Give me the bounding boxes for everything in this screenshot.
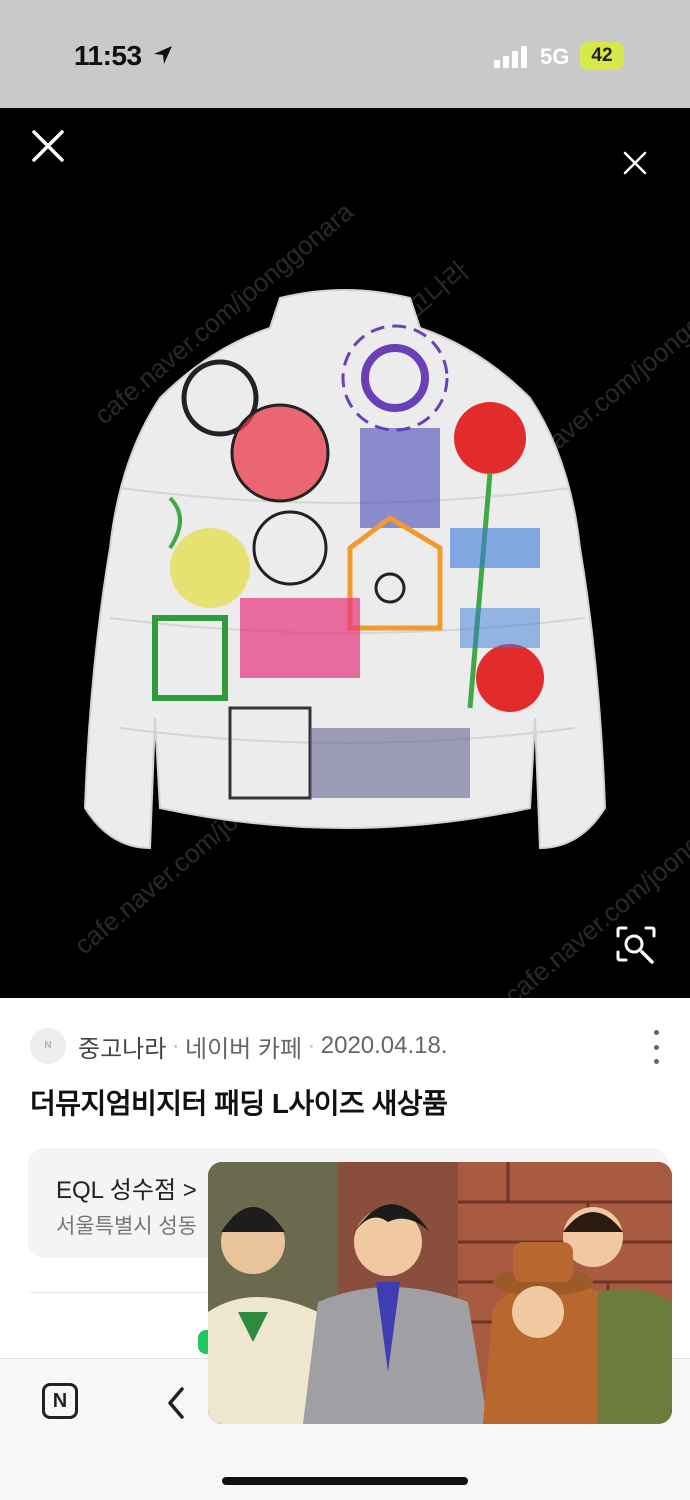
back-chevron-icon[interactable] xyxy=(160,1383,192,1423)
close-icon[interactable] xyxy=(620,148,650,178)
pip-video-frame xyxy=(208,1162,672,1424)
naver-home-icon[interactable]: N xyxy=(42,1383,78,1419)
close-icon[interactable] xyxy=(28,126,68,166)
post-date: 2020.04.18. xyxy=(320,1032,448,1059)
battery-icon: 42 xyxy=(580,42,624,70)
status-time: 11:53 xyxy=(74,40,142,71)
image-viewer[interactable]: cafe.naver.com/joonggonara cafe.naver.co… xyxy=(0,108,690,998)
pip-video-player[interactable] xyxy=(208,1162,672,1424)
signal-bars-icon xyxy=(494,46,527,68)
result-title[interactable]: 더뮤지엄비지터 패딩 L사이즈 새상품 xyxy=(30,1082,448,1122)
shop-name[interactable]: EQL 성수점 > xyxy=(56,1170,197,1205)
location-arrow-icon xyxy=(154,46,172,64)
image-search-icon[interactable] xyxy=(614,924,658,964)
separator-dot: · xyxy=(308,1034,315,1057)
source-row[interactable]: N 중고나라 · 네이버 카페 · 2020.04.18. xyxy=(30,1028,448,1064)
source-name[interactable]: 중고나라 xyxy=(78,1029,166,1064)
more-options-icon[interactable] xyxy=(646,1030,666,1064)
home-indicator[interactable] xyxy=(222,1477,468,1485)
source-avatar: N xyxy=(30,1028,66,1064)
product-image xyxy=(83,289,607,850)
shop-address: 서울특별시 성동 xyxy=(56,1215,198,1238)
source-type: 네이버 카페 xyxy=(185,1035,303,1063)
network-label: 5G xyxy=(540,44,570,69)
separator-dot: · xyxy=(172,1034,179,1057)
status-bar: 11:53 5G 42 xyxy=(0,0,690,108)
